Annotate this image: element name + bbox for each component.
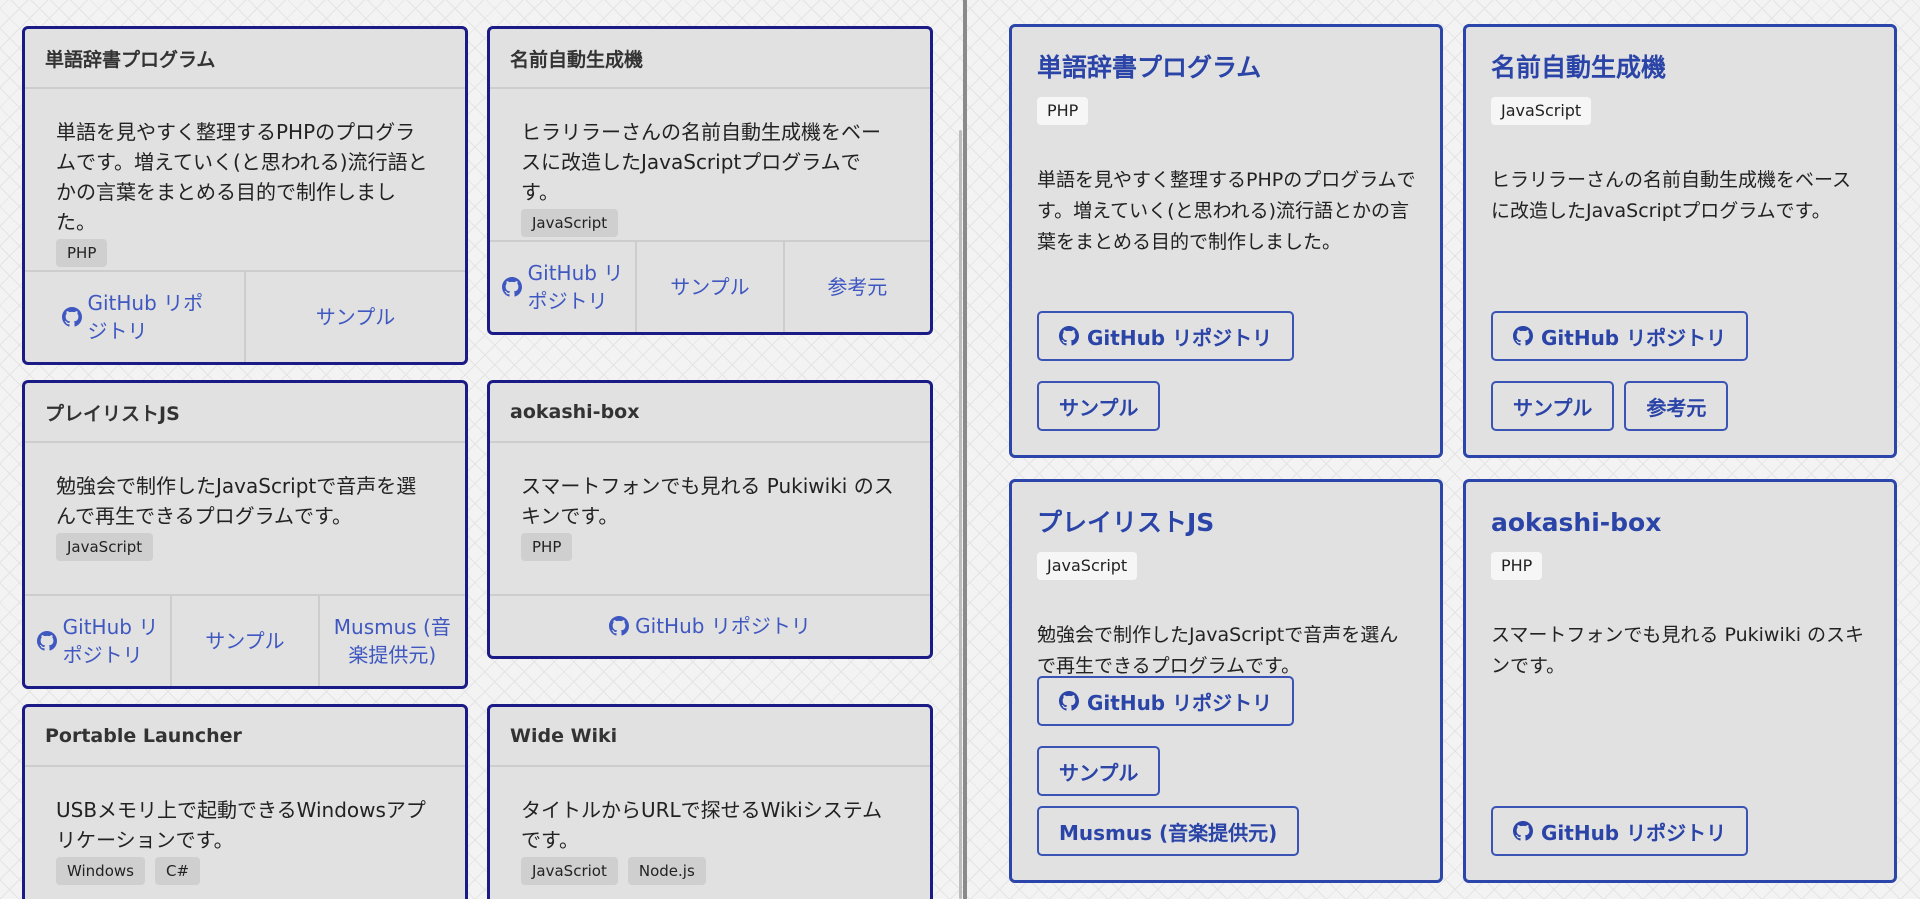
github-repo-link[interactable]: GitHub リポジトリ	[25, 596, 170, 686]
button-label: サンプル	[1059, 760, 1139, 785]
sample-button[interactable]: サンプル	[1491, 381, 1615, 431]
tag-nodejs: Node.js	[627, 857, 706, 885]
link-label: GitHub リポジトリ	[62, 615, 159, 667]
tag-javascript: JavaScriot	[521, 857, 618, 885]
project-card-aokashi-box: aokashi-box スマートフォンでも見れる Pukiwiki のスキンです…	[487, 380, 933, 659]
card-links: GitHub リポジトリ サンプル	[25, 270, 465, 362]
card-title: プレイリストJS	[25, 383, 465, 443]
tag-javascript: JavaScript	[56, 533, 154, 561]
sample-link[interactable]: サンプル	[244, 272, 465, 362]
github-repo-button[interactable]: GitHub リポジトリ	[1037, 676, 1295, 726]
card-title: 名前自動生成機	[490, 29, 930, 89]
card-description: ヒラリラーさんの名前自動生成機をベースに改造したJavaScriptプログラムで…	[1491, 169, 1852, 222]
musmus-link[interactable]: Musmus (音楽提供元)	[317, 596, 465, 686]
project-card-word-dictionary: 単語辞書プログラム PHP 単語を見やすく整理するPHPのプログラムです。増えて…	[1009, 24, 1443, 458]
card-links: GitHub リポジトリ サンプル 参考元	[490, 240, 930, 332]
tag-php: PHP	[1037, 97, 1089, 125]
button-label: GitHub リポジトリ	[1087, 325, 1273, 350]
card-title: aokashi-box	[1491, 508, 1662, 537]
tag-csharp: C#	[154, 857, 201, 885]
link-label: GitHub リポジトリ	[527, 261, 624, 313]
button-label: Musmus (音楽提供元)	[1059, 820, 1278, 845]
button-label: GitHub リポジトリ	[1541, 820, 1727, 845]
card-description: USBメモリ上で起動できるWindowsアプリケーションです。	[56, 798, 426, 852]
link-label: サンプル	[205, 629, 285, 653]
github-icon	[1059, 691, 1079, 711]
github-icon	[502, 277, 522, 297]
github-icon	[37, 631, 57, 651]
project-card-aokashi-box: aokashi-box PHP スマートフォンでも見れる Pukiwiki のス…	[1463, 479, 1897, 883]
tag-javascript: JavaScript	[1037, 552, 1138, 580]
github-icon	[1513, 821, 1533, 841]
card-description: ヒラリラーさんの名前自動生成機をベースに改造したJavaScriptプログラムで…	[521, 120, 881, 204]
card-title: 単語辞書プログラム	[25, 29, 465, 89]
card-description: 単語を見やすく整理するPHPのプログラムです。増えていく(と思われる)流行語とか…	[1037, 169, 1416, 253]
card-description: 単語を見やすく整理するPHPのプログラムです。増えていく(と思われる)流行語とか…	[56, 120, 428, 234]
project-card-playlist-js: プレイリストJS 勉強会で制作したJavaScriptで音声を選んで再生できるプ…	[22, 380, 468, 689]
link-label: Musmus (音楽提供元)	[333, 615, 451, 667]
pane-divider[interactable]	[963, 0, 967, 899]
card-title: Wide Wiki	[490, 707, 930, 767]
card-actions: GitHub リポジトリ サンプル Musmus (音楽提供元)	[1037, 676, 1420, 856]
card-links: GitHub リポジトリ サンプル Musmus (音楽提供元)	[25, 594, 465, 686]
tag-php: PHP	[56, 239, 108, 267]
right-preview-pane: 単語辞書プログラム PHP 単語を見やすく整理するPHPのプログラムです。増えて…	[968, 0, 1920, 899]
link-label: サンプル	[315, 305, 396, 329]
github-repo-link[interactable]: GitHub リポジトリ	[25, 272, 244, 362]
tag-php: PHP	[1491, 552, 1543, 580]
tag-windows: Windows	[56, 857, 145, 885]
project-card-playlist-js: プレイリストJS JavaScript 勉強会で制作したJavaScriptで音…	[1009, 479, 1443, 883]
button-label: GitHub リポジトリ	[1541, 325, 1727, 350]
button-label: サンプル	[1059, 395, 1139, 420]
card-actions: GitHub リポジトリ	[1491, 806, 1874, 856]
card-description: スマートフォンでも見れる Pukiwiki のスキンです。	[521, 474, 894, 528]
link-label: GitHub リポジトリ	[635, 614, 811, 638]
card-description: 勉強会で制作したJavaScriptで音声を選んで再生できるプログラムです。	[56, 474, 417, 528]
link-label: サンプル	[670, 275, 750, 299]
github-repo-button[interactable]: GitHub リポジトリ	[1491, 311, 1749, 361]
project-card-word-dictionary: 単語辞書プログラム 単語を見やすく整理するPHPのプログラムです。増えていく(と…	[22, 26, 468, 365]
left-preview-pane: 単語辞書プログラム 単語を見やすく整理するPHPのプログラムです。増えていく(と…	[0, 0, 964, 899]
card-actions: GitHub リポジトリ サンプル	[1037, 311, 1420, 431]
sample-link[interactable]: サンプル	[635, 242, 782, 332]
sample-button[interactable]: サンプル	[1037, 746, 1161, 796]
card-title: Portable Launcher	[25, 707, 465, 767]
sample-button[interactable]: サンプル	[1037, 381, 1161, 431]
button-label: GitHub リポジトリ	[1087, 690, 1273, 715]
card-description: スマートフォンでも見れる Pukiwiki のスキンです。	[1491, 624, 1865, 677]
github-icon	[62, 307, 82, 327]
button-label: サンプル	[1513, 395, 1593, 420]
github-repo-link[interactable]: GitHub リポジトリ	[490, 242, 635, 332]
project-card-name-generator: 名前自動生成機 JavaScript ヒラリラーさんの名前自動生成機をベースに改…	[1463, 24, 1897, 458]
musmus-button[interactable]: Musmus (音楽提供元)	[1037, 806, 1300, 856]
card-title: 単語辞書プログラム	[1037, 53, 1262, 82]
card-description: タイトルからURLで探せるWikiシステムです。	[521, 798, 883, 852]
link-label: GitHub リポジトリ	[87, 291, 204, 343]
card-actions: GitHub リポジトリ サンプル 参考元	[1491, 311, 1874, 431]
github-repo-button[interactable]: GitHub リポジトリ	[1037, 311, 1295, 361]
reference-link[interactable]: 参考元	[782, 242, 930, 332]
reference-button[interactable]: 参考元	[1624, 381, 1729, 431]
card-title: aokashi-box	[490, 383, 930, 443]
link-label: 参考元	[827, 275, 888, 299]
github-icon	[1513, 326, 1533, 346]
card-title: プレイリストJS	[1037, 508, 1215, 537]
github-repo-button[interactable]: GitHub リポジトリ	[1491, 806, 1749, 856]
github-icon	[1059, 326, 1079, 346]
project-card-portable-launcher: Portable Launcher USBメモリ上で起動できるWindowsアプ…	[22, 704, 468, 899]
card-links: GitHub リポジトリ	[490, 594, 930, 656]
github-icon	[609, 616, 629, 636]
button-label: 参考元	[1646, 395, 1707, 420]
project-card-wide-wiki: Wide Wiki タイトルからURLで探せるWikiシステムです。 JavaS…	[487, 704, 933, 899]
tag-php: PHP	[521, 533, 573, 561]
tag-javascript: JavaScript	[521, 209, 619, 237]
tag-javascript: JavaScript	[1491, 97, 1592, 125]
project-card-name-generator: 名前自動生成機 ヒラリラーさんの名前自動生成機をベースに改造したJavaScri…	[487, 26, 933, 335]
card-description: 勉強会で制作したJavaScriptで音声を選んで再生できるプログラムです。	[1037, 624, 1399, 677]
scrollbar[interactable]	[959, 130, 962, 899]
sample-link[interactable]: サンプル	[170, 596, 317, 686]
github-repo-link[interactable]: GitHub リポジトリ	[490, 596, 930, 656]
card-title: 名前自動生成機	[1491, 53, 1667, 82]
